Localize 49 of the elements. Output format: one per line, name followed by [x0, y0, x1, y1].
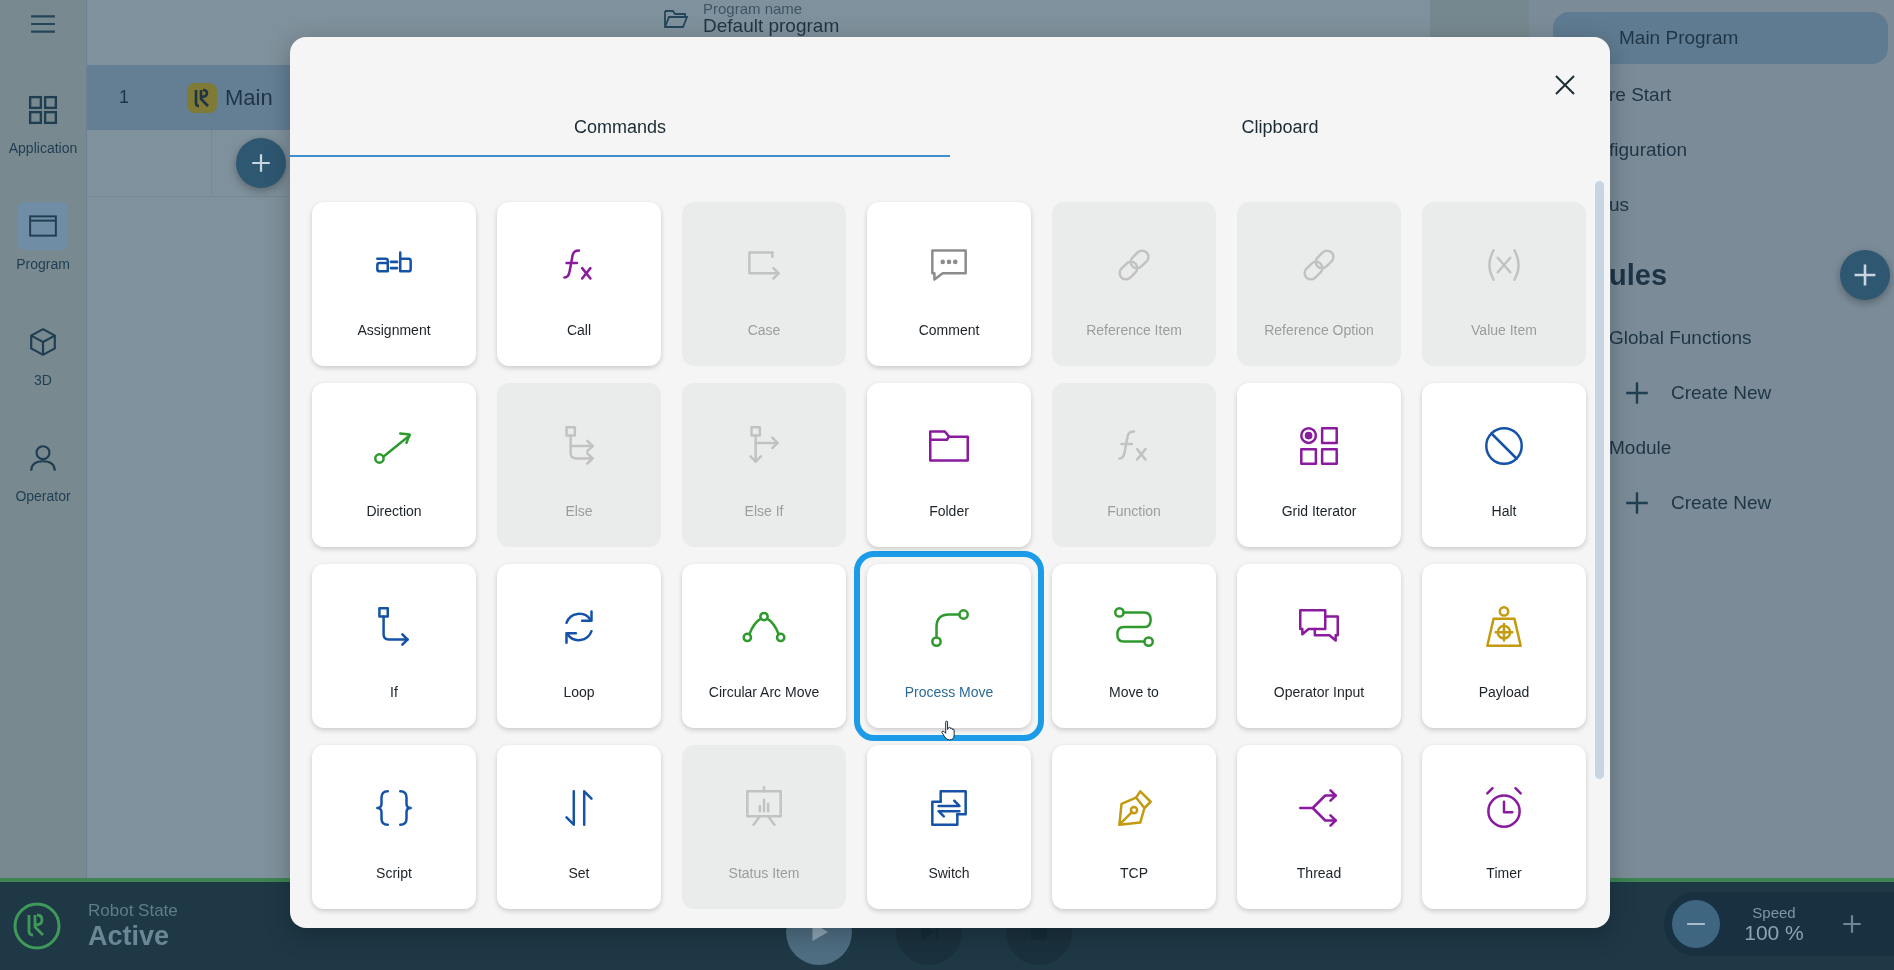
tab[interactable]: Clipboard — [950, 100, 1610, 157]
command-tile[interactable]: Operator Input — [1237, 564, 1401, 728]
command-tile[interactable]: If — [312, 564, 476, 728]
plus-icon — [250, 152, 272, 174]
command-tile[interactable]: Script — [312, 745, 476, 909]
command-tile[interactable]: Folder — [867, 383, 1031, 547]
command-tile[interactable]: Payload — [1422, 564, 1586, 728]
menu-icon[interactable] — [30, 14, 56, 34]
command-tile[interactable]: Move to — [1052, 564, 1216, 728]
folder-icon — [663, 8, 689, 30]
command-tile[interactable]: Timer — [1422, 745, 1586, 909]
logo-icon — [12, 901, 62, 951]
modules-heading: ules — [1609, 258, 1668, 292]
command-tile[interactable]: Comment — [867, 202, 1031, 366]
command-tile[interactable]: Loop — [497, 564, 661, 728]
command-tile[interactable]: Set — [497, 745, 661, 909]
command-tile[interactable]: Assignment — [312, 202, 476, 366]
robot-state-label: Robot State — [88, 900, 178, 921]
speed-value: 100 % — [1744, 920, 1804, 945]
command-tile[interactable]: Switch — [867, 745, 1031, 909]
add-button[interactable] — [236, 138, 286, 188]
cube-icon — [28, 327, 58, 357]
command-tile[interactable]: Direction — [312, 383, 476, 547]
command-tile[interactable]: Halt — [1422, 383, 1586, 547]
plus-icon — [1841, 913, 1863, 935]
grid-icon — [28, 95, 58, 125]
group-label: Global Functions — [1608, 326, 1752, 350]
program-name-label: Program name — [703, 1, 804, 16]
command-tile[interactable]: Thread — [1237, 745, 1401, 909]
command-tile[interactable]: Call — [497, 202, 661, 366]
close-icon — [1554, 74, 1576, 96]
minus-icon — [1686, 923, 1706, 925]
command-tile[interactable]: Grid Iterator — [1237, 383, 1401, 547]
command-tile[interactable]: Circular Arc Move — [682, 564, 846, 728]
group-label: Module — [1608, 436, 1672, 460]
program-name: Default program — [703, 16, 840, 35]
plus-icon — [1625, 491, 1649, 515]
scrollbar[interactable] — [1595, 181, 1604, 779]
plus-icon — [1625, 381, 1649, 405]
cursor-icon — [941, 720, 956, 741]
command-tile[interactable]: Process Move — [867, 564, 1031, 728]
person-icon — [28, 443, 58, 473]
tab[interactable]: Commands — [290, 100, 950, 157]
robot-state: Active — [88, 920, 171, 952]
speed-label: Speed — [1752, 903, 1796, 921]
logo-icon — [187, 82, 217, 113]
command-tile[interactable]: TCP — [1052, 745, 1216, 909]
add-module-button[interactable] — [1840, 250, 1890, 300]
plus-icon — [1852, 262, 1878, 288]
